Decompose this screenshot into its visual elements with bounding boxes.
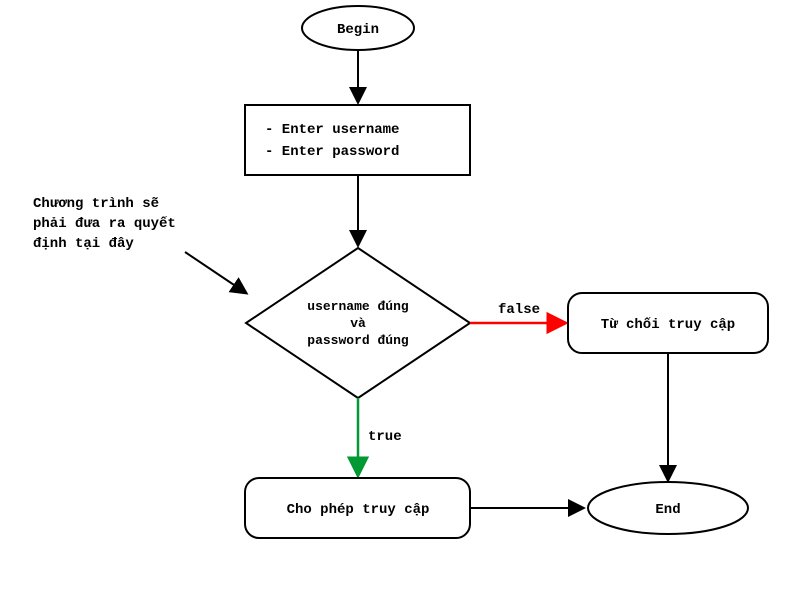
input-line2: - Enter password — [265, 144, 399, 160]
flowchart-diagram: Begin - Enter username - Enter password … — [0, 0, 811, 609]
begin-label: Begin — [337, 22, 379, 38]
false-label: false — [498, 302, 540, 318]
input-line1: - Enter username — [265, 122, 399, 138]
decision-line3: password đúng — [307, 333, 409, 348]
annotation-line2: phải đưa ra quyết — [33, 215, 176, 232]
decision-line2: và — [350, 316, 366, 331]
deny-label: Từ chối truy cập — [601, 316, 735, 333]
end-label: End — [655, 502, 680, 518]
annotation-line3: định tại đây — [33, 236, 134, 252]
input-node — [245, 105, 470, 175]
decision-line1: username đúng — [307, 299, 409, 314]
annotation-line1: Chương trình sẽ — [33, 196, 159, 212]
allow-label: Cho phép truy cập — [287, 502, 430, 518]
annotation-arrow — [185, 252, 246, 293]
true-label: true — [368, 429, 402, 445]
